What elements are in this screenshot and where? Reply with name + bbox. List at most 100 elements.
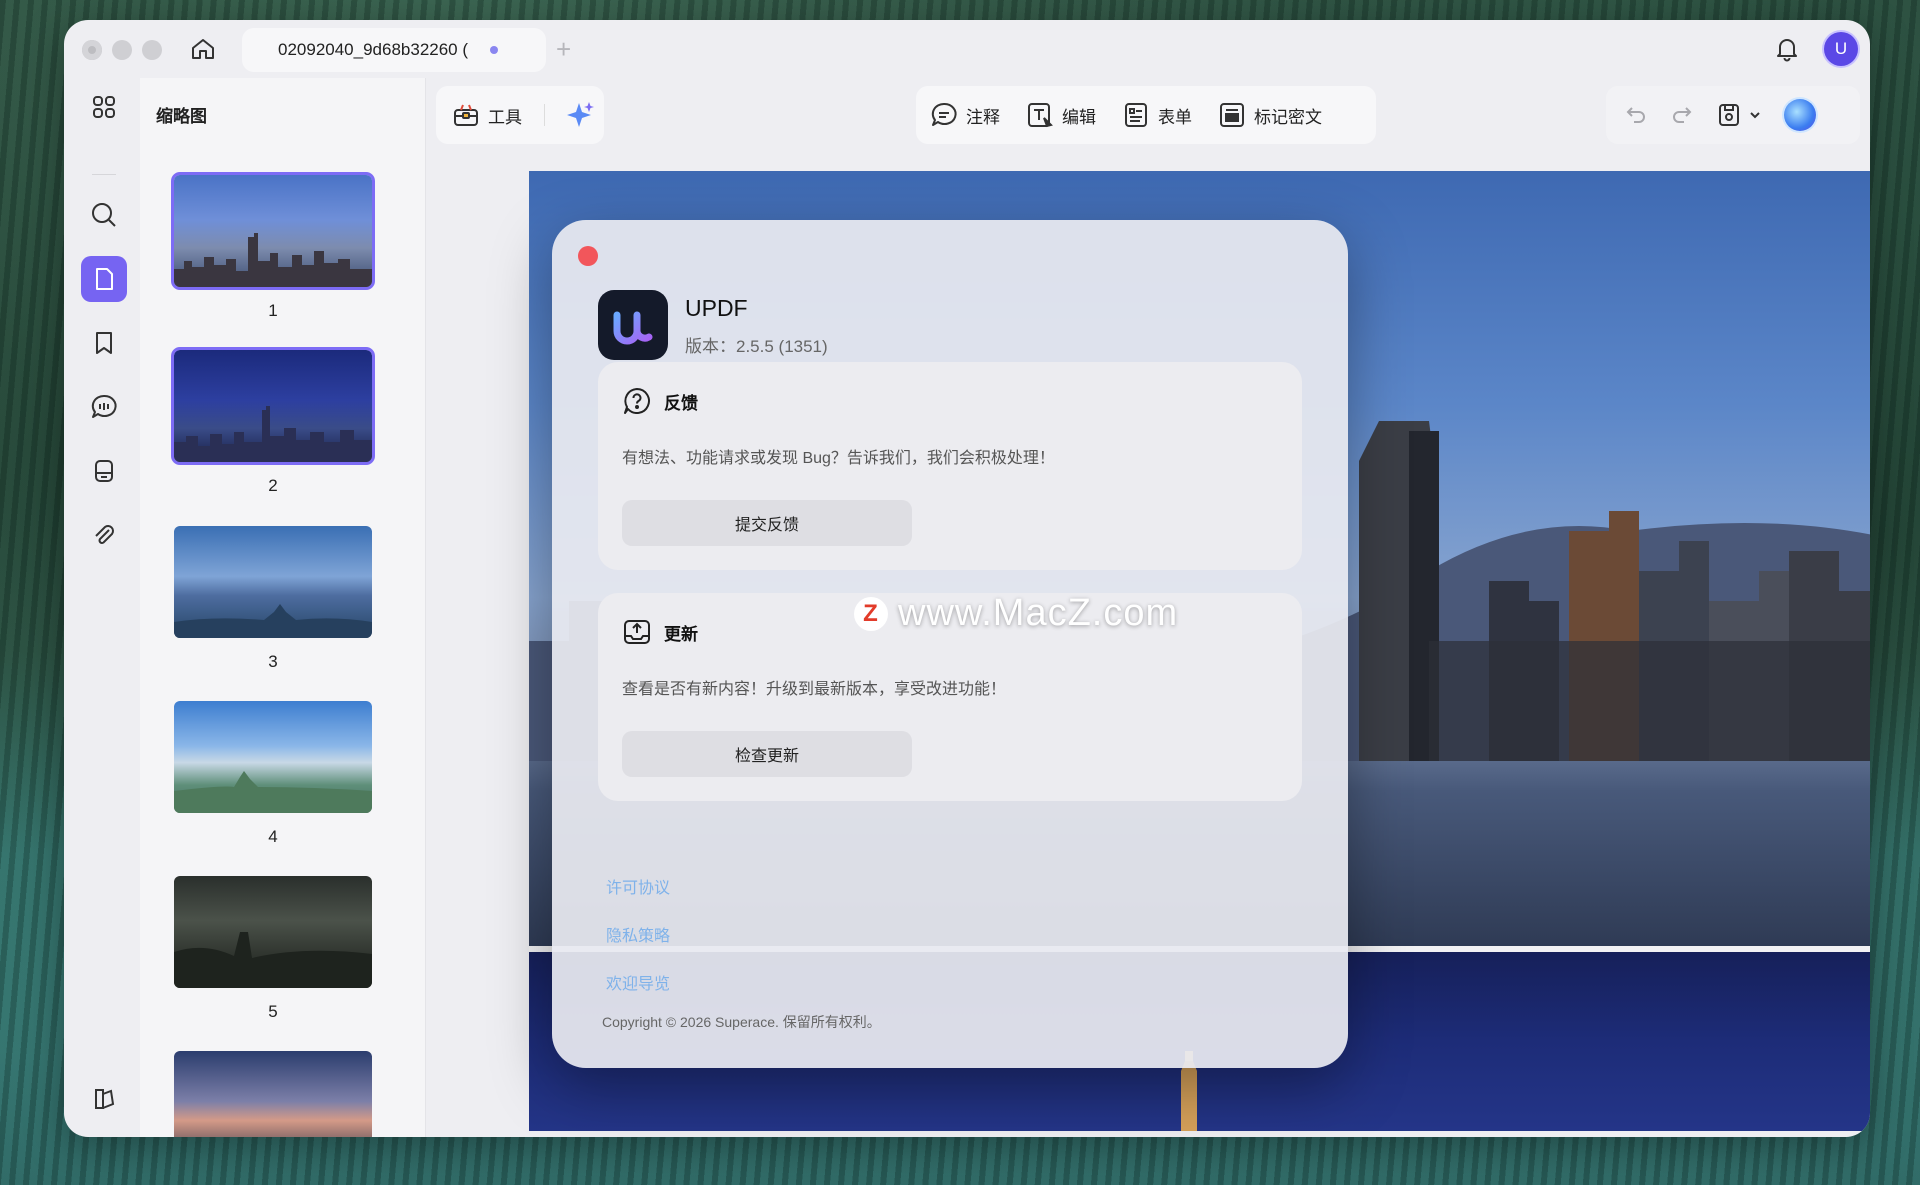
save-icon[interactable]	[1716, 102, 1742, 128]
toolbar-separator	[544, 104, 545, 126]
rail-grid-button[interactable]	[81, 84, 127, 130]
thumbnail-page-6[interactable]	[174, 1051, 372, 1137]
undo-icon[interactable]	[1624, 103, 1648, 127]
ai-assistant-button[interactable]	[1784, 99, 1816, 131]
edit-text-icon	[1028, 103, 1053, 128]
mode-label: 表单	[1158, 107, 1192, 127]
feedback-header: 反馈	[622, 386, 698, 416]
mode-label: 编辑	[1062, 107, 1096, 127]
watermark: Z www.MacZ.com	[854, 592, 1178, 635]
updf-logo-icon	[613, 311, 653, 345]
right-toolbar	[1606, 86, 1860, 144]
redo-icon[interactable]	[1670, 103, 1694, 127]
thumbnail-page-number: 1	[268, 301, 278, 320]
mode-comment[interactable]: 注释	[930, 101, 1000, 129]
user-avatar[interactable]: U	[1824, 32, 1858, 66]
rail-paperclip-button[interactable]	[81, 512, 127, 558]
mode-label: 注释	[966, 107, 1000, 127]
chevron-down-icon[interactable]	[1748, 108, 1762, 122]
app-logo	[598, 290, 668, 360]
mode-switcher: 注释 编辑 表单 标记密文	[916, 86, 1376, 144]
upload-update-icon	[624, 620, 650, 644]
new-tab-button[interactable]: +	[556, 32, 571, 66]
page-icon	[96, 268, 113, 290]
title-bar: 02092040_9d68b32260 ( + U	[64, 20, 1870, 78]
attachment-doc-icon	[95, 460, 113, 482]
thumbnail-image	[174, 526, 372, 638]
tools-button[interactable]: 工具	[488, 103, 522, 128]
dialog-close-button[interactable]	[578, 246, 598, 266]
thumbnail-panel: 缩略图 1 2 3 4 5	[140, 78, 426, 1137]
document-tab[interactable]: 02092040_9d68b32260 (	[242, 28, 546, 72]
ai-sparkle-icon[interactable]	[565, 100, 595, 130]
search-icon	[92, 203, 116, 227]
tools-group: 工具	[436, 86, 604, 144]
thumbnail-image	[171, 172, 375, 290]
check-update-button[interactable]: 检查更新	[622, 731, 912, 777]
home-button[interactable]	[186, 32, 220, 66]
welcome-tour-link[interactable]: 欢迎导览	[606, 970, 670, 994]
watermark-badge: Z	[854, 596, 888, 631]
update-title: 更新	[664, 624, 698, 644]
toolbox-icon	[454, 104, 478, 126]
thumbnail-page-1[interactable]: 1	[164, 165, 382, 321]
app-name: UPDF	[685, 295, 748, 321]
update-text: 查看是否有新内容！升级到最新版本，享受改进功能！	[622, 681, 1007, 698]
thumbnail-page-3[interactable]: 3	[174, 526, 372, 672]
mode-form[interactable]: 表单	[1122, 101, 1192, 129]
thumbnail-page-2[interactable]: 2	[164, 340, 382, 496]
bookmark-icon	[96, 332, 112, 354]
bell-icon	[1777, 39, 1797, 62]
close-window-button[interactable]	[82, 40, 102, 60]
thumbnail-image	[174, 1051, 372, 1137]
minimize-window-button[interactable]	[112, 40, 132, 60]
thumbnail-page-number: 5	[268, 1002, 278, 1021]
rail-bookmarks-button[interactable]	[81, 320, 127, 366]
thumbnail-image	[174, 876, 372, 988]
pages-stack-icon	[95, 1089, 115, 1109]
unsaved-dot	[490, 46, 499, 54]
help-icon	[624, 388, 650, 414]
update-header: 更新	[622, 617, 698, 647]
mode-label: 标记密文	[1254, 107, 1322, 127]
feedback-title: 反馈	[664, 393, 698, 413]
panel-title: 缩略图	[156, 107, 207, 126]
rail-thumbnails-button[interactable]	[81, 256, 127, 302]
comment-icon	[91, 394, 117, 418]
about-dialog: UPDF 版本：2.5.5 (1351) 反馈 有想法、功能请求或发现 Bug？…	[552, 220, 1348, 1068]
license-link[interactable]: 许可协议	[606, 874, 670, 898]
mode-edit[interactable]: 编辑	[1026, 101, 1096, 129]
rail-attachments-button[interactable]	[81, 448, 127, 494]
window-controls	[82, 40, 162, 60]
feedback-text: 有想法、功能请求或发现 Bug？告诉我们，我们会积极处理！	[622, 450, 1055, 467]
rail-pages-button[interactable]	[81, 1076, 127, 1122]
grid-icon	[93, 96, 115, 118]
form-icon	[1125, 103, 1147, 127]
watermark-text: www.MacZ.com	[898, 592, 1179, 634]
app-window: 02092040_9d68b32260 ( + U 缩略图 1 2 3 4 5 …	[64, 20, 1870, 1137]
copyright-text: Copyright © 2026 Superace. 保留所有权利。	[602, 1014, 881, 1030]
document-tab-title: 02092040_9d68b32260 (	[278, 40, 469, 59]
mode-redact[interactable]: 标记密文	[1218, 101, 1322, 129]
zoom-window-button[interactable]	[142, 40, 162, 60]
thumbnail-page-5[interactable]: 5	[174, 876, 372, 1022]
thumbnail-image	[174, 701, 372, 813]
rail-comments-button[interactable]	[81, 384, 127, 430]
home-icon	[192, 39, 214, 59]
thumbnail-page-number: 3	[268, 652, 278, 671]
privacy-link[interactable]: 隐私策略	[606, 922, 670, 946]
paperclip-icon	[95, 525, 114, 544]
thumbnail-page-number: 4	[268, 827, 278, 846]
notification-button[interactable]	[1770, 32, 1804, 66]
feedback-card: 反馈 有想法、功能请求或发现 Bug？告诉我们，我们会积极处理！ 提交反馈	[598, 362, 1302, 570]
rail-search-button[interactable]	[81, 192, 127, 238]
redact-icon	[1220, 103, 1244, 127]
app-version: 版本：2.5.5 (1351)	[685, 337, 828, 356]
thumbnail-page-number: 2	[268, 476, 278, 495]
thumbnail-page-4[interactable]: 4	[174, 701, 372, 847]
submit-feedback-button[interactable]: 提交反馈	[622, 500, 912, 546]
rail-divider	[92, 174, 116, 175]
left-rail	[64, 78, 140, 1137]
comment-icon	[931, 102, 957, 126]
thumbnail-image	[171, 347, 375, 465]
